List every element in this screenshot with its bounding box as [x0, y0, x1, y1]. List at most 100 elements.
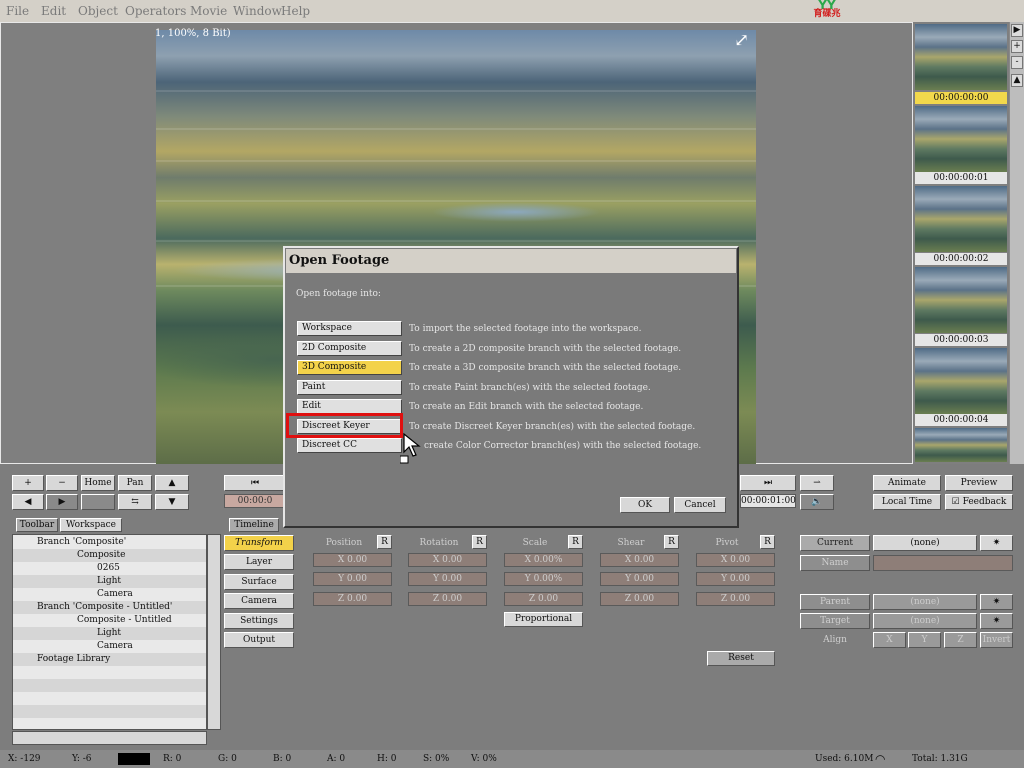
expand-icon[interactable]: ⤢ [734, 30, 756, 52]
feedback-checkbox[interactable]: ☑ Feedback [945, 494, 1013, 510]
scroll-right-button[interactable]: ▶ [1011, 24, 1023, 37]
proportional-button[interactable]: Proportional [504, 612, 583, 627]
rotation-y-field[interactable]: Y 0.00 [408, 572, 487, 586]
tree-item[interactable]: Composite [13, 549, 206, 562]
align-y-button[interactable]: Y [908, 632, 941, 648]
pan-button[interactable]: Pan [118, 475, 152, 491]
surface-button[interactable]: Surface [224, 574, 294, 590]
menu-edit[interactable]: Edit [41, 4, 66, 18]
down-arrow-icon[interactable]: ▼ [155, 494, 189, 510]
tree-item[interactable]: Branch 'Composite - Untitled' [13, 601, 206, 614]
thumbnail[interactable] [915, 348, 1007, 414]
option-2d-composite-button[interactable]: 2D Composite [297, 341, 402, 356]
tree-item[interactable]: 0265 [13, 562, 206, 575]
name-field[interactable] [873, 555, 1013, 571]
align-z-button[interactable]: Z [944, 632, 977, 648]
position-y-field[interactable]: Y 0.00 [313, 572, 392, 586]
thumbnail-scrollbar[interactable]: ▶ + - ▲ [1009, 22, 1024, 464]
thumbnail[interactable] [915, 24, 1007, 90]
link-nodes-icon[interactable]: ⇆ [118, 494, 152, 510]
forward-arrow-icon[interactable]: ▶ [46, 494, 78, 510]
menu-file[interactable]: File [6, 4, 29, 18]
shear-y-field[interactable]: Y 0.00 [600, 572, 679, 586]
reset-button[interactable]: Reset [707, 651, 775, 666]
option-edit-button[interactable]: Edit [297, 399, 402, 414]
current-dropdown[interactable]: (none) [873, 535, 977, 551]
rotation-z-field[interactable]: Z 0.00 [408, 592, 487, 606]
tab-toolbar[interactable]: Toolbar [16, 518, 58, 532]
thumbnail[interactable] [915, 106, 1007, 172]
back-arrow-icon[interactable]: ◀ [12, 494, 44, 510]
shear-x-field[interactable]: X 0.00 [600, 553, 679, 567]
home-button[interactable]: Home [81, 475, 115, 491]
tree-item[interactable]: Branch 'Composite' [13, 536, 206, 549]
transform-button[interactable]: Transform [224, 535, 294, 551]
option-discreet-cc-button[interactable]: Discreet CC [297, 438, 402, 453]
tree-item[interactable]: Camera [13, 640, 206, 653]
thumbnail[interactable] [915, 186, 1007, 252]
option-workspace-button[interactable]: Workspace [297, 321, 402, 336]
local-time-dropdown[interactable]: Local Time [873, 494, 941, 510]
add-button[interactable]: + [12, 475, 44, 491]
tab-workspace[interactable]: Workspace [60, 518, 122, 532]
scale-x-field[interactable]: X 0.00% [504, 553, 583, 567]
cancel-button[interactable]: Cancel [674, 497, 726, 513]
pivot-x-field[interactable]: X 0.00 [696, 553, 775, 567]
remove-button[interactable]: − [46, 475, 78, 491]
menu-operators[interactable]: Operators [125, 4, 186, 18]
preview-dropdown[interactable]: Preview [945, 475, 1013, 491]
pick-wand-icon[interactable]: ✷ [980, 535, 1013, 551]
option-3d-composite-button[interactable]: 3D Composite [297, 360, 402, 375]
shear-reset-button[interactable]: R [664, 535, 679, 549]
shear-z-field[interactable]: Z 0.00 [600, 592, 679, 606]
timecode-out-field[interactable]: 00:00:01:00 [740, 494, 796, 508]
output-button[interactable]: Output [224, 632, 294, 648]
pivot-z-field[interactable]: Z 0.00 [696, 592, 775, 606]
layer-button[interactable]: Layer [224, 554, 294, 570]
pivot-y-field[interactable]: Y 0.00 [696, 572, 775, 586]
option-paint-button[interactable]: Paint [297, 380, 402, 395]
tree-hscrollbar[interactable] [12, 731, 207, 745]
timecode-in-field[interactable]: 00:00:0 [224, 494, 286, 508]
align-x-button[interactable]: X [873, 632, 906, 648]
color-swatch-button[interactable] [81, 494, 115, 510]
up-arrow-icon[interactable]: ▲ [155, 475, 189, 491]
menu-movie[interactable]: Movie [190, 4, 227, 18]
pivot-reset-button[interactable]: R [760, 535, 775, 549]
menu-window[interactable]: Window [233, 4, 282, 18]
parent-dropdown[interactable]: (none) [873, 594, 977, 610]
menu-help[interactable]: Help [281, 4, 310, 18]
menu-object[interactable]: Object [78, 4, 118, 18]
go-to-start-button[interactable]: ⏮ [224, 475, 286, 491]
go-to-end-button[interactable]: ⏭ [740, 475, 796, 491]
thumbnail[interactable] [915, 428, 1007, 462]
ok-button[interactable]: OK [620, 497, 670, 513]
parent-pick-icon[interactable]: ✷ [980, 594, 1013, 610]
camera-button[interactable]: Camera [224, 593, 294, 609]
settings-button[interactable]: Settings [224, 613, 294, 629]
workspace-tree[interactable]: Branch 'Composite' Composite 0265 Light … [12, 534, 207, 730]
tree-vscrollbar[interactable] [207, 534, 221, 730]
scale-z-field[interactable]: Z 0.00 [504, 592, 583, 606]
align-invert-button[interactable]: Invert [980, 632, 1013, 648]
scale-reset-button[interactable]: R [568, 535, 583, 549]
rotation-reset-button[interactable]: R [472, 535, 487, 549]
scale-y-field[interactable]: Y 0.00% [504, 572, 583, 586]
position-z-field[interactable]: Z 0.00 [313, 592, 392, 606]
rotation-x-field[interactable]: X 0.00 [408, 553, 487, 567]
tree-item[interactable]: Composite - Untitled [13, 614, 206, 627]
target-pick-icon[interactable]: ✷ [980, 613, 1013, 629]
animate-button[interactable]: Animate [873, 475, 941, 491]
tab-timeline[interactable]: Timeline [229, 518, 279, 532]
tree-item[interactable]: Footage Library [13, 653, 206, 666]
tree-item[interactable]: Light [13, 575, 206, 588]
target-dropdown[interactable]: (none) [873, 613, 977, 629]
zoom-out-button[interactable]: - [1011, 56, 1023, 69]
step-forward-button[interactable]: ⇀ [800, 475, 834, 491]
position-reset-button[interactable]: R [377, 535, 392, 549]
tree-item[interactable]: Light [13, 627, 206, 640]
zoom-in-button[interactable]: + [1011, 40, 1023, 53]
tree-item[interactable]: Camera [13, 588, 206, 601]
scroll-up-button[interactable]: ▲ [1011, 74, 1023, 87]
thumbnail[interactable] [915, 267, 1007, 333]
